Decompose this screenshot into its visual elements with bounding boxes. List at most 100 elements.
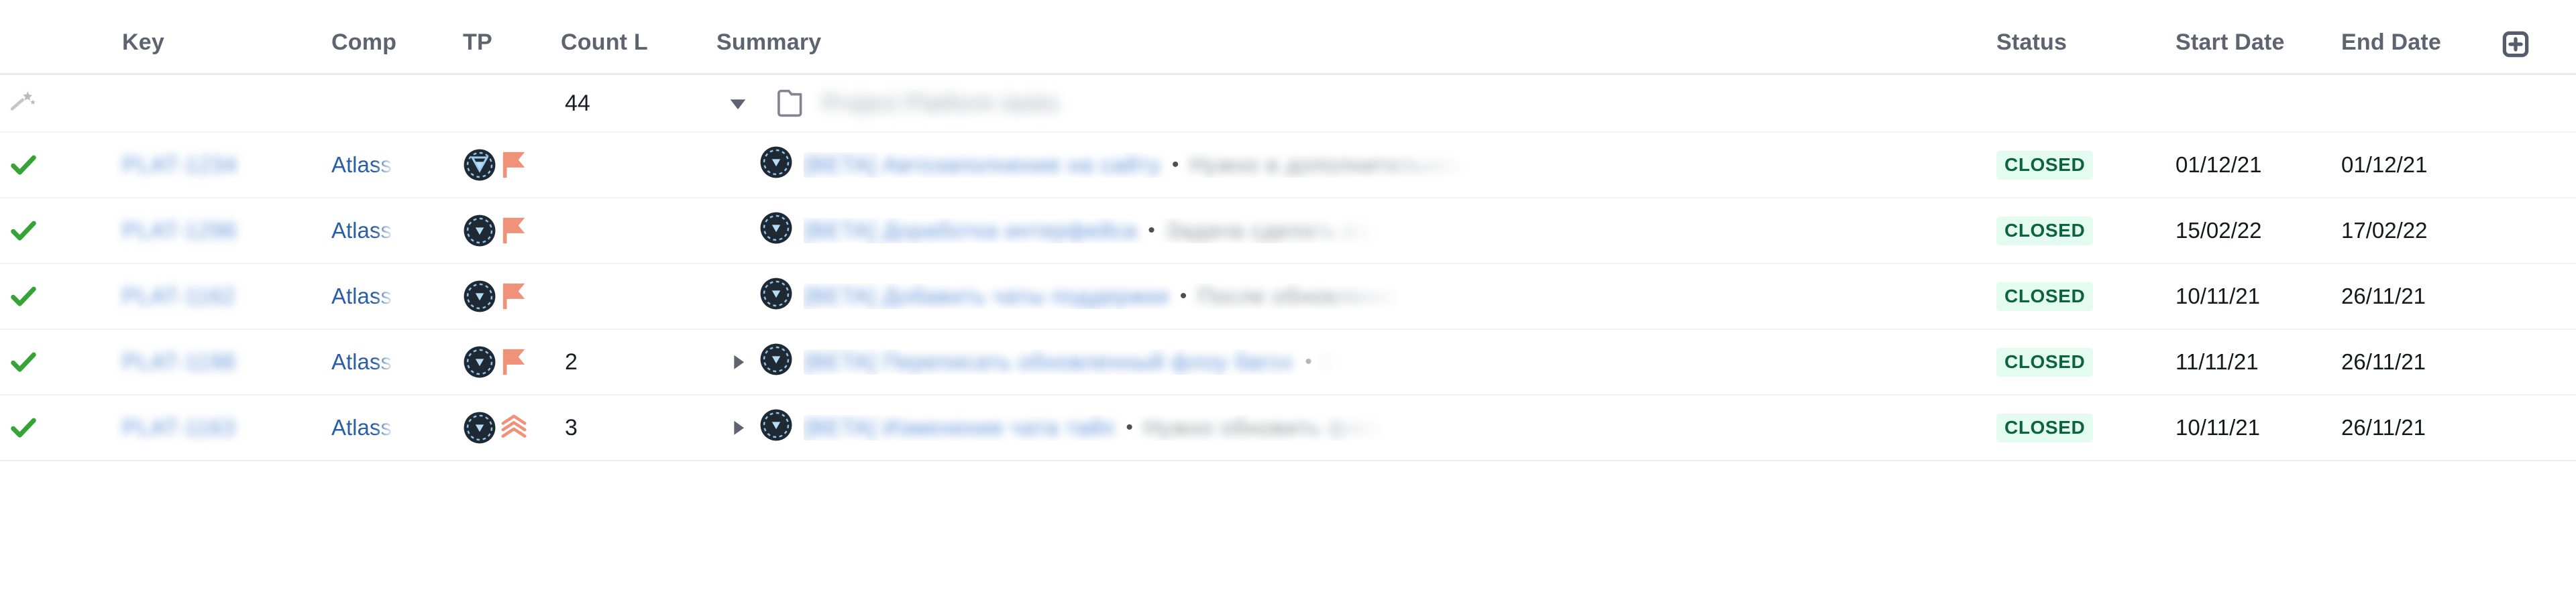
issue-key-redacted[interactable]: PLAT-1198 xyxy=(122,349,235,375)
status-badge[interactable]: CLOSED xyxy=(1996,413,2094,442)
end-date-cell: 26/11/21 xyxy=(2333,330,2491,394)
status-badge[interactable]: CLOSED xyxy=(1996,282,2094,311)
column-header-count-links[interactable]: Count L xyxy=(555,29,710,73)
magic-wand-icon[interactable] xyxy=(8,87,40,119)
summary-link-redacted[interactable]: [BETA] Автозаполнение на сайту xyxy=(804,152,1161,178)
start-date-cell: 01/12/21 xyxy=(2169,133,2333,197)
column-header-summary[interactable]: Summary xyxy=(710,29,1984,73)
column-header-start-date[interactable]: Start Date xyxy=(2169,29,2333,73)
tp-cell xyxy=(462,330,555,394)
issue-key-cell[interactable]: PLAT-1162 xyxy=(115,264,330,328)
count-links-cell xyxy=(555,264,710,328)
group-actions-cell xyxy=(2491,75,2576,131)
tp-cell xyxy=(462,198,555,263)
group-count-value: 44 xyxy=(565,90,590,116)
issue-key-cell[interactable]: PLAT-1234 xyxy=(115,133,330,197)
component-value: Atlass xyxy=(331,349,392,374)
component-cell: Atlass xyxy=(330,264,462,328)
start-date-value: 11/11/21 xyxy=(2176,349,2259,374)
table-row[interactable]: PLAT-1234 Atlass [BETA] Автозаполнение н… xyxy=(0,133,2576,198)
column-header-end-date[interactable]: End Date xyxy=(2333,29,2491,73)
priority-medium-flag-icon xyxy=(500,215,529,246)
status-badge[interactable]: CLOSED xyxy=(1996,347,2094,377)
issue-key-redacted[interactable]: PLAT-1234 xyxy=(122,152,237,178)
issue-key-redacted[interactable]: PLAT-1296 xyxy=(122,218,237,243)
gear-icon[interactable] xyxy=(2570,29,2576,60)
row-actions-cell xyxy=(2491,264,2576,328)
start-date-cell: 11/11/21 xyxy=(2169,330,2333,394)
count-links-value: 3 xyxy=(565,414,578,440)
group-end-cell xyxy=(2333,75,2491,131)
row-actions-cell xyxy=(2491,396,2576,460)
table-row[interactable]: PLAT-1296 Atlass [BETA] Доработка интерф… xyxy=(0,198,2576,264)
project-avatar-icon xyxy=(463,411,496,444)
start-date-cell: 15/02/22 xyxy=(2169,198,2333,263)
group-summary-cell: Project Platform tasks xyxy=(710,75,1984,131)
component-cell: Atlass xyxy=(330,330,462,394)
status-badge[interactable]: CLOSED xyxy=(1996,150,2094,180)
component-value: Atlass xyxy=(331,152,392,177)
end-date-cell: 17/02/22 xyxy=(2333,198,2491,263)
priority-medium-flag-icon xyxy=(500,347,529,377)
summary-cell: [BETA] Автозаполнение на сайту • Нужно в… xyxy=(710,133,1984,197)
status-cell: CLOSED xyxy=(1984,264,2169,328)
summary-description-redacted: П xyxy=(1322,349,1340,374)
component-cell: Atlass xyxy=(330,198,462,263)
plus-box-icon[interactable] xyxy=(2500,29,2531,60)
summary-link-redacted[interactable]: [BETA] Доработка интерфейса xyxy=(804,218,1137,243)
column-header-key[interactable]: Key xyxy=(115,29,330,73)
component-cell: Atlass xyxy=(330,396,462,460)
triangle-right-icon[interactable] xyxy=(716,351,759,373)
summary-avatar-icon xyxy=(759,277,804,316)
end-date-value: 01/12/21 xyxy=(2341,152,2428,177)
end-date-value: 26/11/21 xyxy=(2341,349,2426,374)
group-component-cell xyxy=(330,75,462,131)
green-check-icon xyxy=(8,347,39,377)
summary-separator: • xyxy=(1305,351,1312,373)
column-header-tp[interactable]: TP xyxy=(462,29,555,73)
start-date-cell: 10/11/21 xyxy=(2169,264,2333,328)
issue-key-redacted[interactable]: PLAT-1163 xyxy=(122,415,235,440)
triangle-down-icon[interactable] xyxy=(716,92,759,115)
count-links-cell xyxy=(555,133,710,197)
triangle-right-icon[interactable] xyxy=(716,416,759,439)
row-actions-cell xyxy=(2491,133,2576,197)
component-cell: Atlass xyxy=(330,133,462,197)
summary-link-redacted[interactable]: [BETA] Добавить чаты поддержки xyxy=(804,284,1169,309)
summary-separator: • xyxy=(1179,285,1187,307)
end-date-cell: 01/12/21 xyxy=(2333,133,2491,197)
count-links-cell xyxy=(555,198,710,263)
issue-key-redacted[interactable]: PLAT-1162 xyxy=(122,284,235,309)
row-status-icon-cell xyxy=(0,396,115,460)
tp-cell xyxy=(462,133,555,197)
count-links-cell: 2 xyxy=(555,330,710,394)
group-row[interactable]: 44 Project Platform tasks xyxy=(0,75,2576,133)
tp-cell xyxy=(462,396,555,460)
group-status-cell xyxy=(1984,75,2169,131)
column-header-component[interactable]: Comp xyxy=(330,29,462,73)
issue-key-cell[interactable]: PLAT-1163 xyxy=(115,396,330,460)
start-date-value: 10/11/21 xyxy=(2176,284,2261,308)
group-key-cell xyxy=(115,75,330,131)
table-row[interactable]: PLAT-1163 Atlass 3 [BETA] Изменение чата… xyxy=(0,396,2576,461)
group-count-cell: 44 xyxy=(555,75,710,131)
summary-link-redacted[interactable]: [BETA] Переписать обновленный флоу багов xyxy=(804,349,1294,375)
issue-key-cell[interactable]: PLAT-1198 xyxy=(115,330,330,394)
priority-high-chevrons-icon xyxy=(500,412,529,443)
column-header-status[interactable]: Status xyxy=(1984,29,2169,73)
table-row[interactable]: PLAT-1162 Atlass [BETA] Добавить чаты по… xyxy=(0,264,2576,330)
green-check-icon xyxy=(8,149,39,180)
status-badge[interactable]: CLOSED xyxy=(1996,216,2094,245)
group-start-cell xyxy=(2169,75,2333,131)
magic-wand-cell xyxy=(0,75,115,131)
count-links-cell: 3 xyxy=(555,396,710,460)
summary-cell: [BETA] Доработка интерфейса • Задача сде… xyxy=(710,198,1984,263)
summary-avatar-icon xyxy=(759,343,804,381)
table-body: 44 Project Platform tasks PLAT-1234 Atla… xyxy=(0,75,2576,461)
group-tp-cell xyxy=(462,75,555,131)
summary-link-redacted[interactable]: [BETA] Изменение чата тайп xyxy=(804,415,1115,440)
table-row[interactable]: PLAT-1198 Atlass 2 [BETA] Переписать обн… xyxy=(0,330,2576,396)
row-status-icon-cell xyxy=(0,330,115,394)
issue-key-cell[interactable]: PLAT-1296 xyxy=(115,198,330,263)
end-date-cell: 26/11/21 xyxy=(2333,264,2491,328)
